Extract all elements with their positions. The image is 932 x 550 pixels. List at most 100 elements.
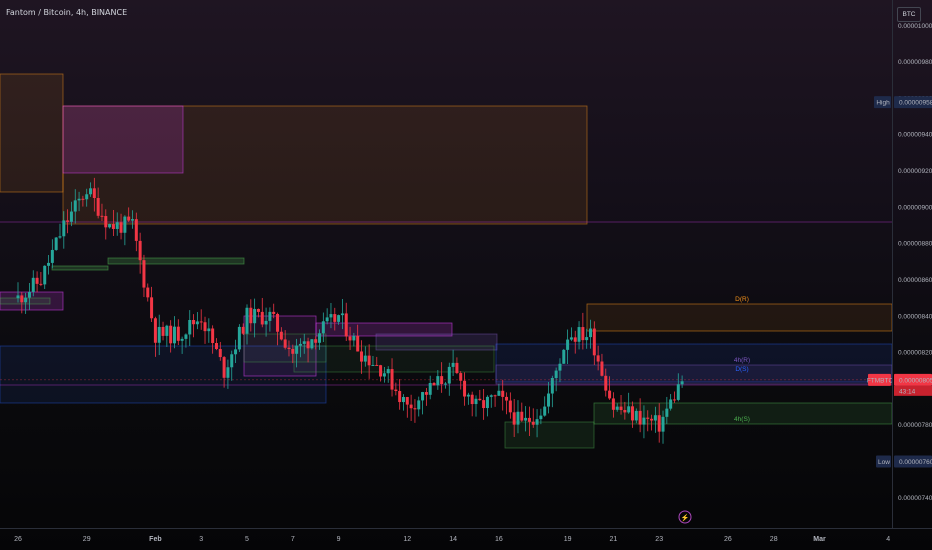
candle-body: [375, 364, 379, 366]
candle-body: [604, 375, 608, 391]
candle-body: [497, 390, 501, 396]
candle-body: [379, 365, 383, 377]
level-zone-0: [0, 73, 64, 193]
candle-body: [680, 381, 684, 385]
candle-body: [581, 327, 585, 341]
candle-body: [108, 224, 112, 228]
candle-body: [195, 321, 199, 325]
candle-body: [539, 415, 543, 420]
candle-body: [272, 311, 276, 314]
candle-body: [169, 325, 173, 344]
candle-body: [20, 295, 24, 303]
date-tick-label: 29: [83, 536, 91, 543]
candle-body: [470, 394, 474, 405]
candle-body: [146, 287, 150, 298]
candle-body: [516, 411, 520, 425]
date-tick-label: 16: [495, 536, 503, 543]
level-zone-16: [51, 265, 109, 271]
candle-body: [16, 295, 20, 299]
candle-body: [344, 313, 348, 337]
candle-body: [161, 326, 165, 336]
low-tag-label: Low: [878, 459, 890, 466]
candle-body: [589, 328, 592, 338]
date-tick-label: 5: [245, 536, 249, 543]
candle-body: [573, 337, 577, 342]
candle-body: [596, 355, 600, 362]
candle-body: [543, 406, 547, 416]
candle-body: [245, 307, 249, 334]
candle-body: [287, 347, 291, 349]
candle-body: [188, 319, 192, 335]
candle-body: [390, 369, 394, 390]
date-tick-label: 3: [199, 536, 203, 543]
candle-body: [123, 216, 127, 233]
candle-body: [279, 331, 283, 340]
candle-body: [192, 319, 196, 325]
date-tick-label: 9: [337, 536, 341, 543]
price-tick-label: 0.00000920: [898, 168, 932, 175]
price-chart[interactable]: D(R) 4h(R) D(S) 4h(S) 0.00001000 0.00000980 0…: [0, 0, 932, 550]
price-tick-label: 0.00000860: [898, 277, 932, 284]
price-tick-label: 0.00000780: [898, 422, 932, 429]
candle-body: [634, 410, 638, 421]
candle-body: [184, 334, 188, 339]
candle-body: [73, 200, 77, 212]
candle-body: [550, 378, 554, 394]
candle-body: [47, 262, 51, 266]
candle-body: [352, 335, 356, 341]
candle-body: [585, 337, 589, 341]
date-tick-label: 4: [886, 536, 890, 543]
candle-body: [463, 380, 467, 397]
candle-body: [176, 326, 180, 341]
candle-body: [650, 418, 654, 421]
candle-body: [505, 396, 509, 401]
candle-body: [325, 317, 329, 322]
candle-body: [329, 314, 333, 318]
candle-body: [447, 366, 451, 384]
currency-selector[interactable]: BTC: [897, 7, 921, 22]
candle-body: [100, 215, 104, 217]
date-tick-label: 12: [403, 536, 411, 543]
price-scale-divider: [892, 0, 893, 528]
candle-body: [39, 283, 43, 285]
candle-body: [131, 219, 134, 221]
candle-body: [54, 237, 58, 250]
candle-body: [222, 357, 226, 378]
candle-body: [569, 337, 573, 340]
candle-body: [451, 362, 455, 367]
candle-body: [436, 376, 440, 386]
candle-body: [321, 321, 325, 334]
current-price-tag-label: FTMBTC: [867, 377, 894, 384]
candle-body: [172, 326, 176, 344]
level-zone-2: [62, 105, 184, 174]
candle-body: [424, 392, 428, 395]
candle-body: [283, 339, 287, 348]
candle-body: [409, 404, 413, 409]
candle-body: [657, 415, 661, 432]
candle-body: [356, 335, 360, 352]
candle-body: [306, 341, 310, 349]
candle-body: [115, 222, 119, 229]
date-tick-label: 23: [655, 536, 663, 543]
candle-body: [85, 194, 89, 200]
candle-body: [547, 393, 551, 407]
candle-body: [127, 216, 131, 221]
candle-body: [138, 240, 142, 261]
candle-body: [96, 197, 100, 216]
candle-body: [111, 224, 115, 229]
candle-body: [417, 400, 421, 410]
candle-body: [77, 198, 81, 201]
candle-body: [577, 327, 581, 342]
current-price-tag-value: 0.00000805: [899, 377, 932, 384]
candle-body: [310, 339, 314, 349]
candle-body: [153, 318, 157, 343]
candle-body: [241, 326, 245, 334]
candle-body: [478, 398, 482, 401]
candle-body: [260, 311, 264, 325]
price-tick-label: 0.00000900: [898, 204, 932, 211]
level-label: 4h(R): [734, 357, 750, 364]
candle-body: [367, 355, 371, 366]
candle-body: [608, 390, 612, 399]
candle-body: [466, 394, 470, 397]
candle-body: [371, 364, 375, 366]
